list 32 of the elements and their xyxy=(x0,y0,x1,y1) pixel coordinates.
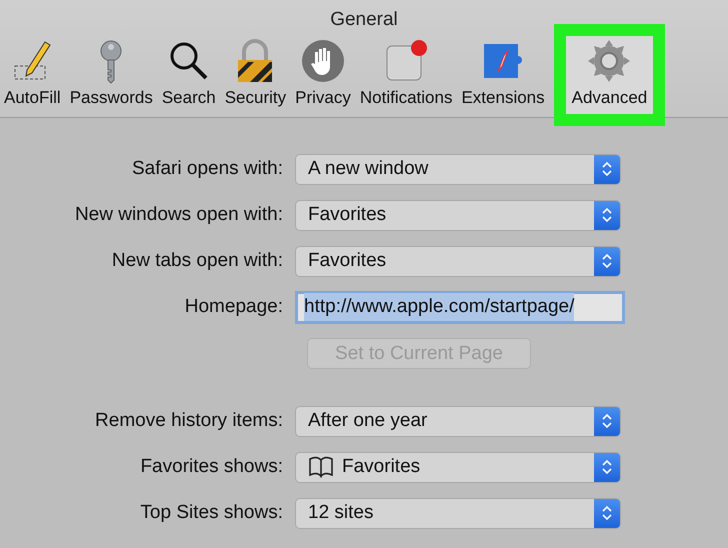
field-label: Homepage: xyxy=(184,294,284,319)
toolbar-tab[interactable]: Advanced xyxy=(566,36,654,114)
book-icon xyxy=(308,456,334,478)
dropdown[interactable]: A new window xyxy=(295,154,621,184)
stepper-icon xyxy=(594,452,620,482)
stepper-icon xyxy=(594,200,620,230)
field-label: New tabs open with: xyxy=(110,248,284,273)
dropdown[interactable]: Favorites xyxy=(295,452,621,482)
field-label: Remove history items: xyxy=(94,408,284,433)
homepage-field[interactable]: http://www.apple.com/startpage/ xyxy=(295,290,625,324)
stepper-icon xyxy=(594,246,620,276)
field-label: Favorites shows: xyxy=(139,454,284,479)
toolbar-tab[interactable]: Extensions xyxy=(459,36,547,114)
dropdown[interactable]: Favorites xyxy=(295,246,621,276)
toolbar-tab[interactable]: Privacy xyxy=(293,36,353,114)
window-title: General xyxy=(329,8,399,32)
stepper-icon xyxy=(594,406,620,436)
dropdown[interactable]: 12 sites xyxy=(295,498,621,528)
toolbar-tab[interactable]: Notifications xyxy=(358,36,454,114)
stepper-icon xyxy=(594,498,620,528)
toolbar-tab[interactable]: Passwords xyxy=(68,36,155,114)
field-label: Top Sites shows: xyxy=(139,500,284,525)
gear-icon xyxy=(586,38,632,84)
dropdown[interactable]: After one year xyxy=(295,406,621,436)
field-label: New windows open with: xyxy=(74,202,284,227)
dropdown[interactable]: Favorites xyxy=(295,200,621,230)
toolbar-tab[interactable]: AutoFill xyxy=(2,36,63,114)
toolbar-tab[interactable]: Search xyxy=(160,36,218,114)
stepper-icon xyxy=(594,154,620,184)
field-label: Safari opens with: xyxy=(130,156,284,181)
hand-icon xyxy=(300,38,346,84)
toolbar-tab[interactable]: Security xyxy=(222,36,288,114)
